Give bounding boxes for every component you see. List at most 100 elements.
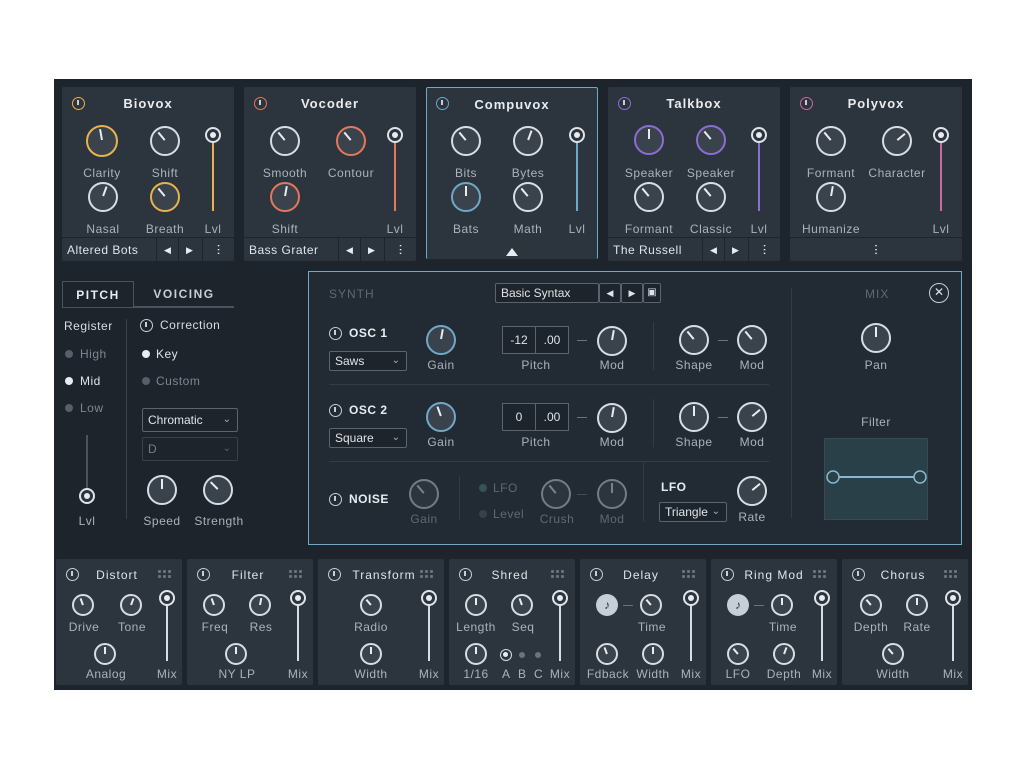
mix-slider-track[interactable] [166, 599, 168, 661]
noise-mod-knob[interactable] [597, 479, 627, 509]
tab-pitch[interactable]: PITCH [62, 281, 134, 307]
radio-lfo[interactable] [479, 484, 487, 492]
preset-name[interactable]: The Russell [613, 243, 682, 257]
seq-a-selector[interactable] [500, 649, 512, 661]
level-slider-track[interactable] [758, 135, 760, 211]
osc2-gain-knob[interactable] [426, 402, 456, 432]
tone-knob[interactable] [120, 594, 142, 616]
next-preset-button[interactable]: ▶ [360, 238, 382, 262]
next-preset-button[interactable]: ▶ [178, 238, 200, 262]
mix-slider-track[interactable] [821, 599, 823, 661]
drag-handle-icon[interactable] [551, 570, 567, 580]
scale-dropdown[interactable]: Chromatic ⌄ [142, 408, 238, 432]
level-slider-handle[interactable] [933, 127, 949, 143]
osc1-wave-dropdown[interactable]: Saws ⌄ [329, 351, 407, 371]
tab-voicing[interactable]: VOICING [134, 281, 234, 307]
preset-name[interactable]: Altered Bots [67, 243, 138, 257]
prev-preset-button[interactable]: ◀ [156, 238, 178, 262]
osc1-power-icon[interactable] [329, 327, 342, 340]
pitch-level-slider-handle[interactable] [79, 488, 95, 504]
preset-name[interactable]: Bass Grater [249, 243, 319, 257]
width-knob[interactable] [360, 643, 382, 665]
width-knob[interactable] [882, 643, 904, 665]
crush-knob[interactable] [541, 479, 571, 509]
bytes-knob[interactable] [513, 126, 543, 156]
level-slider-track[interactable] [940, 135, 942, 211]
mix-slider-track[interactable] [297, 599, 299, 661]
mix-slider-handle[interactable] [290, 590, 306, 606]
freq-knob[interactable] [203, 594, 225, 616]
radio-custom[interactable] [142, 377, 150, 385]
feedback-knob[interactable] [596, 643, 618, 665]
osc1-pitch-semitones[interactable]: -12 [502, 326, 536, 354]
seq-c-selector[interactable] [535, 652, 541, 658]
drag-handle-icon[interactable] [158, 570, 174, 580]
width-knob[interactable] [642, 643, 664, 665]
tempo-sync-icon[interactable]: ♪ [727, 594, 749, 616]
osc2-shape-knob[interactable] [679, 402, 709, 432]
level-slider-track[interactable] [576, 135, 578, 211]
mix-slider-track[interactable] [428, 599, 430, 661]
level-slider-handle[interactable] [387, 127, 403, 143]
key-dropdown[interactable]: D ⌄ [142, 437, 238, 461]
filter-type-knob[interactable] [225, 643, 247, 665]
bits-knob[interactable] [451, 126, 481, 156]
shift-knob[interactable] [150, 126, 180, 156]
speaker2-knob[interactable] [696, 125, 726, 155]
depth-knob[interactable] [860, 594, 882, 616]
contour-knob[interactable] [336, 126, 366, 156]
osc1-shape-mod-knob[interactable] [737, 325, 767, 355]
mix-slider-track[interactable] [952, 599, 954, 661]
osc2-shape-mod-knob[interactable] [737, 402, 767, 432]
osc1-pitch-mod-knob[interactable] [597, 326, 627, 356]
radio-low[interactable] [65, 404, 73, 412]
clarity-knob[interactable] [86, 125, 118, 157]
expand-arrow-icon[interactable] [506, 248, 518, 256]
lfo-rate-knob[interactable] [737, 476, 767, 506]
osc1-pitch-cents[interactable]: .00 [535, 326, 569, 354]
lfo-wave-dropdown[interactable]: Triangle ⌄ [659, 502, 727, 522]
mix-slider-handle[interactable] [159, 590, 175, 606]
breath-knob[interactable] [150, 182, 180, 212]
drag-handle-icon[interactable] [289, 570, 305, 580]
humanize-knob[interactable] [816, 182, 846, 212]
speed-knob[interactable] [147, 475, 177, 505]
mixer-icon[interactable]: ⵗ [384, 238, 416, 262]
correction-power-icon[interactable] [140, 319, 153, 332]
osc1-gain-knob[interactable] [426, 325, 456, 355]
level-slider-handle[interactable] [569, 127, 585, 143]
radio-mid[interactable] [65, 377, 73, 385]
seq-knob[interactable] [511, 594, 533, 616]
next-preset-button[interactable]: ▶ [621, 283, 643, 303]
drag-handle-icon[interactable] [682, 570, 698, 580]
osc2-pitch-semitones[interactable]: 0 [502, 403, 536, 431]
lfo-knob[interactable] [727, 643, 749, 665]
formant-knob[interactable] [816, 126, 846, 156]
tempo-sync-icon[interactable]: ♪ [596, 594, 618, 616]
drag-handle-icon[interactable] [813, 570, 829, 580]
time-knob[interactable] [640, 594, 662, 616]
res-knob[interactable] [249, 594, 271, 616]
time-knob[interactable] [771, 594, 793, 616]
mix-slider-handle[interactable] [552, 590, 568, 606]
smooth-knob[interactable] [270, 126, 300, 156]
level-slider-handle[interactable] [751, 127, 767, 143]
close-icon[interactable]: ✕ [929, 283, 949, 303]
radio-knob[interactable] [360, 594, 382, 616]
shift-knob[interactable] [270, 182, 300, 212]
osc2-pitch-cents[interactable]: .00 [535, 403, 569, 431]
save-icon[interactable]: ▣ [643, 283, 661, 303]
math-knob[interactable] [513, 182, 543, 212]
analog-knob[interactable] [94, 643, 116, 665]
prev-preset-button[interactable]: ◀ [702, 238, 724, 262]
level-slider-track[interactable] [394, 135, 396, 211]
mix-slider-handle[interactable] [945, 590, 961, 606]
mix-slider-handle[interactable] [421, 590, 437, 606]
mix-slider-handle[interactable] [814, 590, 830, 606]
drag-handle-icon[interactable] [944, 570, 960, 580]
division-knob[interactable] [465, 643, 487, 665]
bats-knob[interactable] [451, 182, 481, 212]
level-slider-track[interactable] [212, 135, 214, 211]
prev-preset-button[interactable]: ◀ [599, 283, 621, 303]
next-preset-button[interactable]: ▶ [724, 238, 746, 262]
